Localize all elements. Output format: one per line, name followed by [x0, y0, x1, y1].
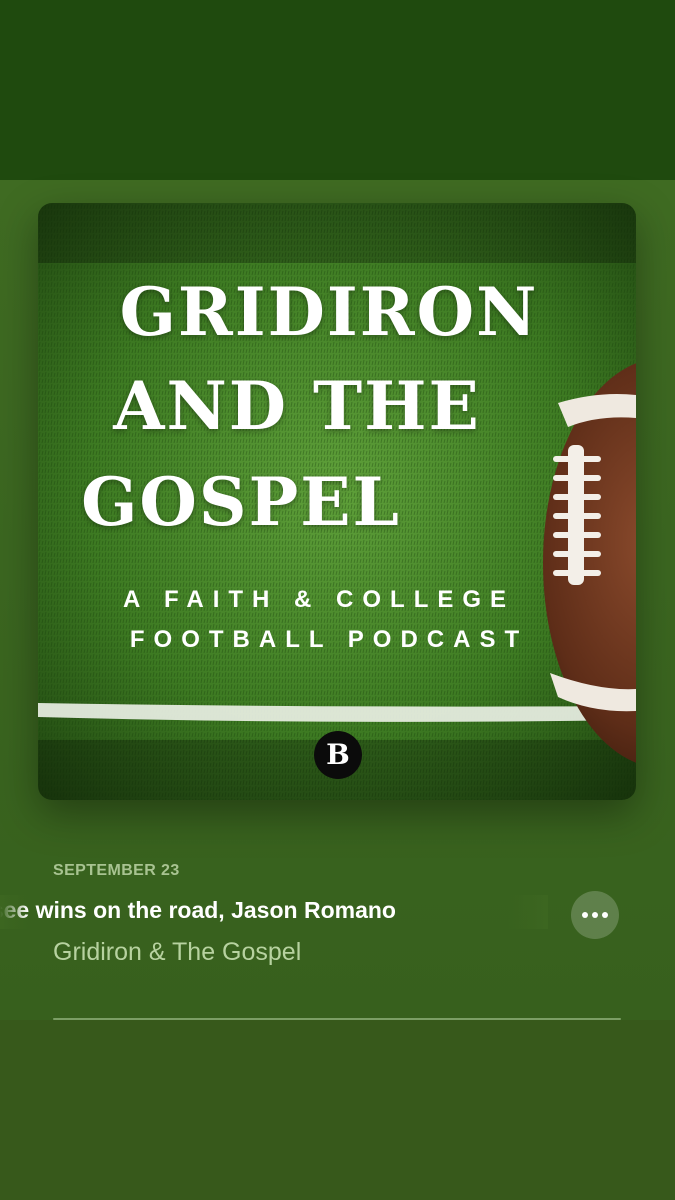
podcast-artwork: GRIDIRON AND THE GOSPEL A FAITH & COLLEG… — [38, 203, 636, 800]
show-name-link[interactable]: Gridiron & The Gospel — [53, 938, 301, 967]
playback-scrubber[interactable] — [53, 1018, 621, 1020]
artwork-title-line-2: AND THE — [113, 367, 481, 445]
ellipsis-icon — [582, 912, 608, 918]
lower-area — [0, 1020, 675, 1200]
episode-title-marquee: Tennessee wins on the road, Jason Romano — [0, 895, 548, 929]
publisher-logo: B — [314, 731, 362, 779]
artwork-title-line-3: GOSPEL — [81, 463, 401, 541]
status-area — [0, 0, 675, 180]
artwork-subtitle-line-2: FOOTBALL PODCAST — [129, 626, 529, 653]
artwork-subtitle-line-1: A FAITH & COLLEGE — [122, 586, 516, 613]
episode-date: SEPTEMBER 23 — [53, 862, 180, 879]
episode-title: Tennessee wins on the road, Jason Romano — [0, 897, 396, 923]
artwork-title-line-1: GRIDIRON — [119, 273, 539, 351]
more-options-button[interactable] — [571, 891, 619, 939]
marquee-fade-left — [0, 895, 28, 929]
marquee-fade-right — [508, 895, 548, 929]
